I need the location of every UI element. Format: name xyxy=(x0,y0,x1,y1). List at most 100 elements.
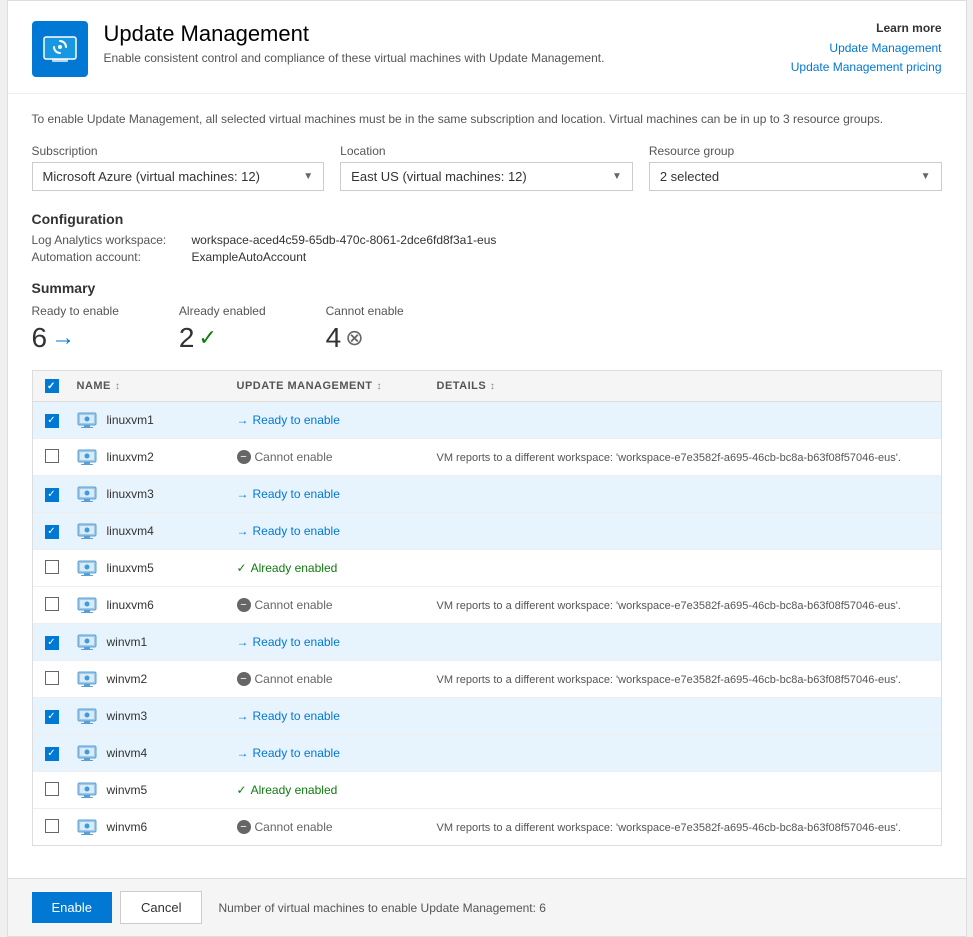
table-row: linuxvm6 − Cannot enable VM reports to a… xyxy=(33,587,941,624)
footer: Enable Cancel Number of virtual machines… xyxy=(8,878,966,936)
vm-name-winvm6: winvm6 xyxy=(107,820,148,834)
dropdowns-row: Subscription Microsoft Azure (virtual ma… xyxy=(32,144,942,191)
vm-icon-winvm2 xyxy=(77,669,97,689)
name-column-header: NAME ↕ xyxy=(77,380,237,392)
arrow-small-icon: → xyxy=(237,413,249,427)
row-checkbox-winvm6[interactable] xyxy=(45,819,59,833)
cannot-circle-icon: − xyxy=(237,672,251,686)
row-checkbox-linuxvm6[interactable] xyxy=(45,597,59,611)
info-text: To enable Update Management, all selecte… xyxy=(32,110,942,128)
row-checkbox-linuxvm1[interactable]: ✓ xyxy=(45,414,59,428)
table-row: ✓ linuxvm1 → Ready to enable xyxy=(33,402,941,439)
table-row: ✓ winvm4 → Ready to enable xyxy=(33,735,941,772)
row-name-cell: linuxvm3 xyxy=(77,484,237,504)
row-name-cell: linuxvm1 xyxy=(77,410,237,430)
row-name-cell: linuxvm2 xyxy=(77,447,237,467)
cancel-button[interactable]: Cancel xyxy=(120,891,202,924)
row-checkbox-cell xyxy=(45,560,77,577)
status-ready: → Ready to enable xyxy=(237,635,340,649)
status-enabled: ✓ Already enabled xyxy=(237,783,338,797)
arrow-small-icon: → xyxy=(237,709,249,723)
row-name-cell: winvm1 xyxy=(77,632,237,652)
table-row: linuxvm5 ✓ Already enabled xyxy=(33,550,941,587)
row-checkbox-winvm4[interactable]: ✓ xyxy=(45,747,59,761)
header-text: Update Management Enable consistent cont… xyxy=(104,21,605,65)
vm-table: ✓ NAME ↕ UPDATE MANAGEMENT ↕ DETAILS ↕ ✓ xyxy=(32,370,942,846)
vm-icon-winvm1 xyxy=(77,632,97,652)
vm-name-linuxvm4: linuxvm4 xyxy=(107,524,154,538)
row-checkbox-linuxvm4[interactable]: ✓ xyxy=(45,525,59,539)
vm-name-linuxvm3: linuxvm3 xyxy=(107,487,154,501)
cannot-circle-icon: − xyxy=(237,820,251,834)
resource-group-value: 2 selected xyxy=(660,169,719,184)
row-checkbox-cell: ✓ xyxy=(45,708,77,724)
vm-name-linuxvm2: linuxvm2 xyxy=(107,450,154,464)
status-enabled: ✓ Already enabled xyxy=(237,561,338,575)
row-checkbox-cell: ✓ xyxy=(45,523,77,539)
cannot-count: 4 ⊗ xyxy=(326,322,404,354)
vm-name-winvm3: winvm3 xyxy=(107,709,148,723)
table-row: linuxvm2 − Cannot enable VM reports to a… xyxy=(33,439,941,476)
workspace-label: Log Analytics workspace: xyxy=(32,233,192,247)
row-checkbox-cell: ✓ xyxy=(45,634,77,650)
account-value: ExampleAutoAccount xyxy=(192,250,307,264)
name-sort-icon[interactable]: ↕ xyxy=(115,381,121,392)
table-row: winvm2 − Cannot enable VM reports to a d… xyxy=(33,661,941,698)
row-name-cell: linuxvm6 xyxy=(77,595,237,615)
update-management-icon xyxy=(32,21,88,77)
enable-button[interactable]: Enable xyxy=(32,892,112,923)
row-checkbox-linuxvm3[interactable]: ✓ xyxy=(45,488,59,502)
vm-name-linuxvm1: linuxvm1 xyxy=(107,413,154,427)
row-name-cell: winvm3 xyxy=(77,706,237,726)
account-label: Automation account: xyxy=(32,250,192,264)
ready-label: Ready to enable xyxy=(32,304,119,318)
resource-group-dropdown[interactable]: 2 selected ▼ xyxy=(649,162,942,191)
status-cannot: − Cannot enable xyxy=(237,820,333,834)
row-name-cell: linuxvm5 xyxy=(77,558,237,578)
subscription-chevron-icon: ▼ xyxy=(303,171,313,182)
update-management-link[interactable]: Update Management xyxy=(791,39,942,58)
resource-group-dropdown-group: Resource group 2 selected ▼ xyxy=(649,144,942,191)
row-name-cell: winvm6 xyxy=(77,817,237,837)
row-name-cell: winvm2 xyxy=(77,669,237,689)
header-checkbox-cell: ✓ xyxy=(45,379,77,393)
cannot-circle-icon: − xyxy=(237,450,251,464)
vm-icon-winvm6 xyxy=(77,817,97,837)
status-ready: → Ready to enable xyxy=(237,487,340,501)
cannot-circle-icon: − xyxy=(237,598,251,612)
vm-icon-linuxvm2 xyxy=(77,447,97,467)
row-checkbox-winvm5[interactable] xyxy=(45,782,59,796)
row-status-cell-linuxvm5: ✓ Already enabled xyxy=(237,561,437,575)
cannot-block-icon: ⊗ xyxy=(345,325,363,351)
row-checkbox-winvm1[interactable]: ✓ xyxy=(45,636,59,650)
vm-icon-linuxvm6 xyxy=(77,595,97,615)
learn-more-label: Learn more xyxy=(791,21,942,35)
row-checkbox-linuxvm5[interactable] xyxy=(45,560,59,574)
details-sort-icon[interactable]: ↕ xyxy=(490,381,496,392)
row-status-cell-winvm2: − Cannot enable xyxy=(237,672,437,686)
vm-icon-linuxvm3 xyxy=(77,484,97,504)
already-enabled-item: Already enabled 2 ✓ xyxy=(179,304,266,354)
row-status-cell-linuxvm6: − Cannot enable xyxy=(237,598,437,612)
row-status-cell-winvm6: − Cannot enable xyxy=(237,820,437,834)
row-checkbox-winvm2[interactable] xyxy=(45,671,59,685)
subscription-value: Microsoft Azure (virtual machines: 12) xyxy=(43,169,260,184)
configuration-title: Configuration xyxy=(32,211,942,227)
row-status-cell-winvm5: ✓ Already enabled xyxy=(237,783,437,797)
table-body: ✓ linuxvm1 → Ready to enable xyxy=(33,402,941,845)
resource-group-label: Resource group xyxy=(649,144,942,158)
row-checkbox-winvm3[interactable]: ✓ xyxy=(45,710,59,724)
row-checkbox-linuxvm2[interactable] xyxy=(45,449,59,463)
page-title: Update Management xyxy=(104,21,605,47)
vm-name-linuxvm5: linuxvm5 xyxy=(107,561,154,575)
vm-icon-winvm3 xyxy=(77,706,97,726)
subscription-dropdown[interactable]: Microsoft Azure (virtual machines: 12) ▼ xyxy=(32,162,325,191)
summary-title: Summary xyxy=(32,280,942,296)
vm-name-winvm5: winvm5 xyxy=(107,783,148,797)
select-all-checkbox[interactable]: ✓ xyxy=(45,379,59,393)
status-sort-icon[interactable]: ↕ xyxy=(377,381,383,392)
update-management-pricing-link[interactable]: Update Management pricing xyxy=(791,58,942,77)
subscription-dropdown-group: Subscription Microsoft Azure (virtual ma… xyxy=(32,144,325,191)
vm-name-winvm4: winvm4 xyxy=(107,746,148,760)
location-dropdown[interactable]: East US (virtual machines: 12) ▼ xyxy=(340,162,633,191)
